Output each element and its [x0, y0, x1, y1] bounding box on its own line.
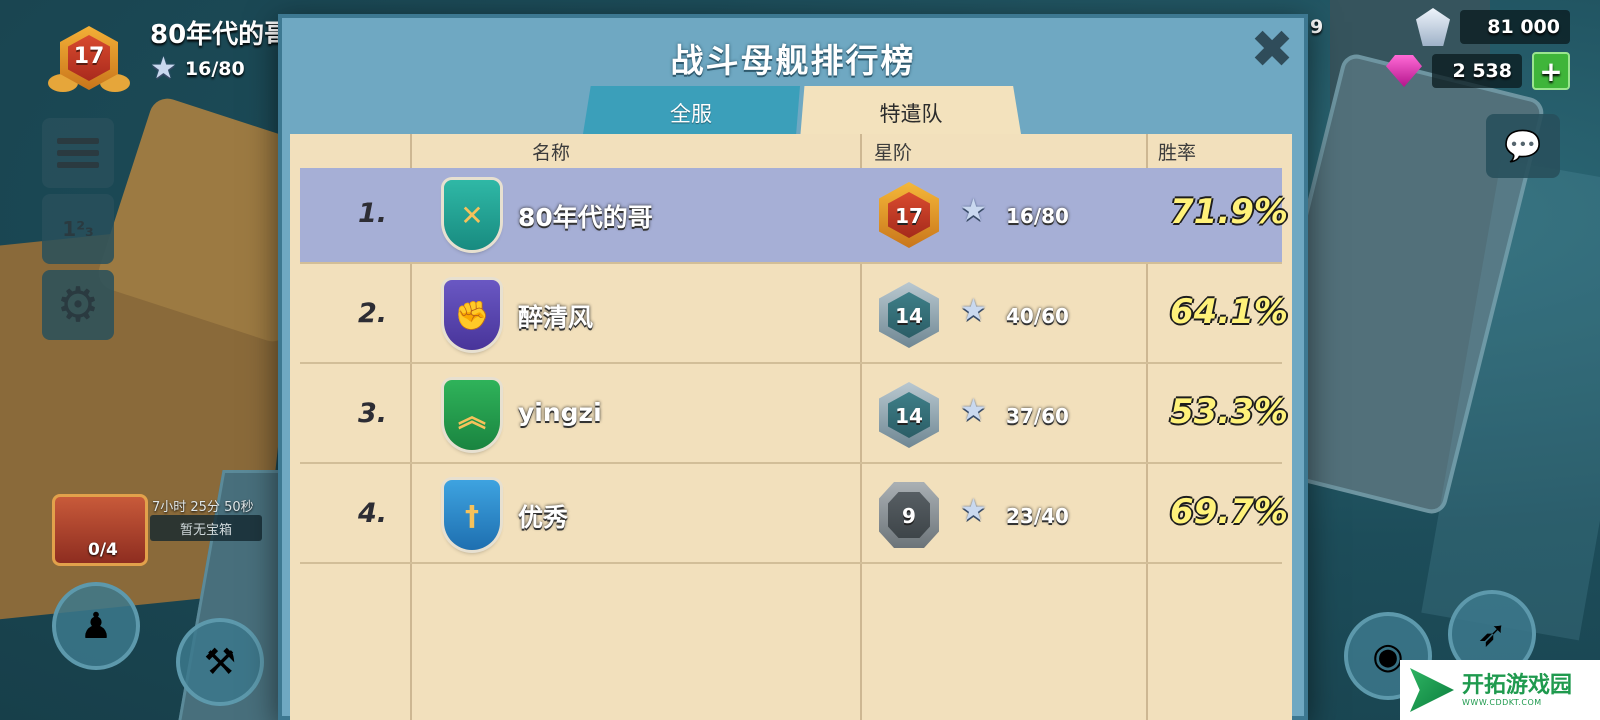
soldiers-icon: ♟	[79, 605, 113, 647]
chat-button[interactable]: 💬	[1486, 114, 1560, 178]
row-position: 2.	[358, 298, 388, 329]
row-winrate: 53.3%	[1170, 392, 1288, 432]
player-level: 17	[73, 44, 105, 69]
player-level-badge[interactable]: 17	[46, 22, 132, 98]
row-player-name: 优秀	[518, 503, 569, 532]
row-position: 4.	[358, 498, 388, 529]
row-stars: 40/60	[1006, 304, 1069, 328]
resource-partial: 9	[1310, 16, 1324, 38]
star-icon: ★	[960, 293, 987, 328]
close-icon[interactable]: ✖	[1250, 24, 1294, 76]
radar-icon: ◉	[1372, 635, 1404, 677]
row-stars: 16/80	[1006, 204, 1069, 228]
gem-resource: 2 538 +	[1386, 52, 1570, 90]
star-icon: ★	[960, 193, 987, 228]
chevron-rank-emblem: ︽	[444, 380, 500, 450]
rank-badge: 14	[870, 280, 948, 352]
leaderboard-button[interactable]: 1²₃	[42, 194, 114, 264]
player-star-count: 16/80	[184, 58, 245, 80]
crystal-resource: 81 000	[1416, 8, 1570, 46]
crossed-rifles-emblem: ✕	[444, 180, 500, 250]
watermark-title: 开拓游戏园	[1462, 672, 1573, 698]
star-icon: ★	[960, 493, 987, 528]
gem-icon	[1386, 55, 1422, 87]
rank-badge: 14	[870, 380, 948, 452]
cannon-icon: ⚒	[203, 641, 237, 683]
watermark: 开拓游戏园 WWW.CDDKT.COM	[1400, 660, 1600, 720]
leaderboard-table: 名称 星阶 胜率 1. ✕ 80年代的哥 17 ★ 16/80 71.9% 2.…	[290, 134, 1292, 720]
star-icon: ★	[960, 393, 987, 428]
chat-bubble-icon: 💬	[1504, 128, 1542, 164]
podium-icon: 1²₃	[62, 217, 94, 241]
menu-button[interactable]	[42, 118, 114, 188]
row-player-name: yingzi	[518, 398, 602, 427]
player-stars: ★ 16/80	[150, 54, 245, 84]
player-name: 80年代的哥	[150, 20, 291, 50]
table-row[interactable]: 3. ︽ yingzi 14 ★ 37/60 53.3%	[300, 368, 1288, 464]
column-header-winrate: 胜率	[1158, 142, 1197, 164]
chest-status: 暂无宝箱	[150, 515, 262, 541]
chest-count: 0/4	[88, 540, 118, 560]
table-row[interactable]: 2. ✊ 醉清风 14 ★ 40/60 64.1%	[300, 268, 1288, 364]
settings-button[interactable]: ⚙	[42, 270, 114, 340]
row-position: 3.	[358, 398, 388, 429]
row-stars: 23/40	[1006, 504, 1069, 528]
gem-amount: 2 538	[1432, 54, 1522, 88]
watermark-url: WWW.CDDKT.COM	[1462, 697, 1542, 707]
crystal-amount: 81 000	[1460, 10, 1570, 44]
row-player-name: 80年代的哥	[518, 203, 653, 232]
rank-level: 14	[895, 404, 923, 428]
tab-task-force[interactable]: 特遣队	[800, 86, 1022, 140]
row-winrate: 64.1%	[1170, 292, 1288, 332]
rank-level: 17	[895, 204, 923, 228]
watermark-logo-icon	[1410, 668, 1454, 712]
gear-icon: ⚙	[56, 277, 100, 333]
upgrade-button[interactable]: ⚒	[176, 618, 264, 706]
hamburger-icon	[57, 138, 99, 168]
row-position: 1.	[358, 198, 388, 229]
row-stars: 37/60	[1006, 404, 1069, 428]
chest-timer: 7小时 25分 50秒	[152, 500, 254, 515]
leaderboard-modal: 战斗母舰排行榜 ✖ 全服 特遣队 名称 星阶 胜率 1. ✕ 80年代的哥 17…	[278, 14, 1308, 720]
modal-title: 战斗母舰排行榜	[670, 41, 916, 80]
rank-level: 14	[895, 304, 923, 328]
missile-icon: ➶	[1476, 613, 1508, 655]
raised-fist-emblem: ✊	[444, 280, 500, 350]
crystal-icon	[1416, 8, 1450, 46]
rank-badge: 9	[870, 480, 948, 552]
row-winrate: 71.9%	[1170, 192, 1288, 232]
buy-gems-button[interactable]: +	[1532, 52, 1570, 90]
rank-level: 9	[902, 504, 916, 528]
winged-sword-emblem: †	[444, 480, 500, 550]
column-header-name: 名称	[532, 142, 571, 164]
rank-badge: 17	[870, 180, 948, 252]
star-icon: ★	[150, 51, 177, 86]
row-winrate: 69.7%	[1170, 492, 1288, 532]
army-button[interactable]: ♟	[52, 582, 140, 670]
column-header-rank: 星阶	[874, 142, 913, 164]
row-player-name: 醉清风	[518, 303, 594, 332]
table-row[interactable]: 1. ✕ 80年代的哥 17 ★ 16/80 71.9%	[300, 168, 1288, 264]
table-row[interactable]: 4. † 优秀 9 ★ 23/40 69.7%	[300, 468, 1288, 564]
tab-global[interactable]: 全服	[582, 86, 800, 140]
